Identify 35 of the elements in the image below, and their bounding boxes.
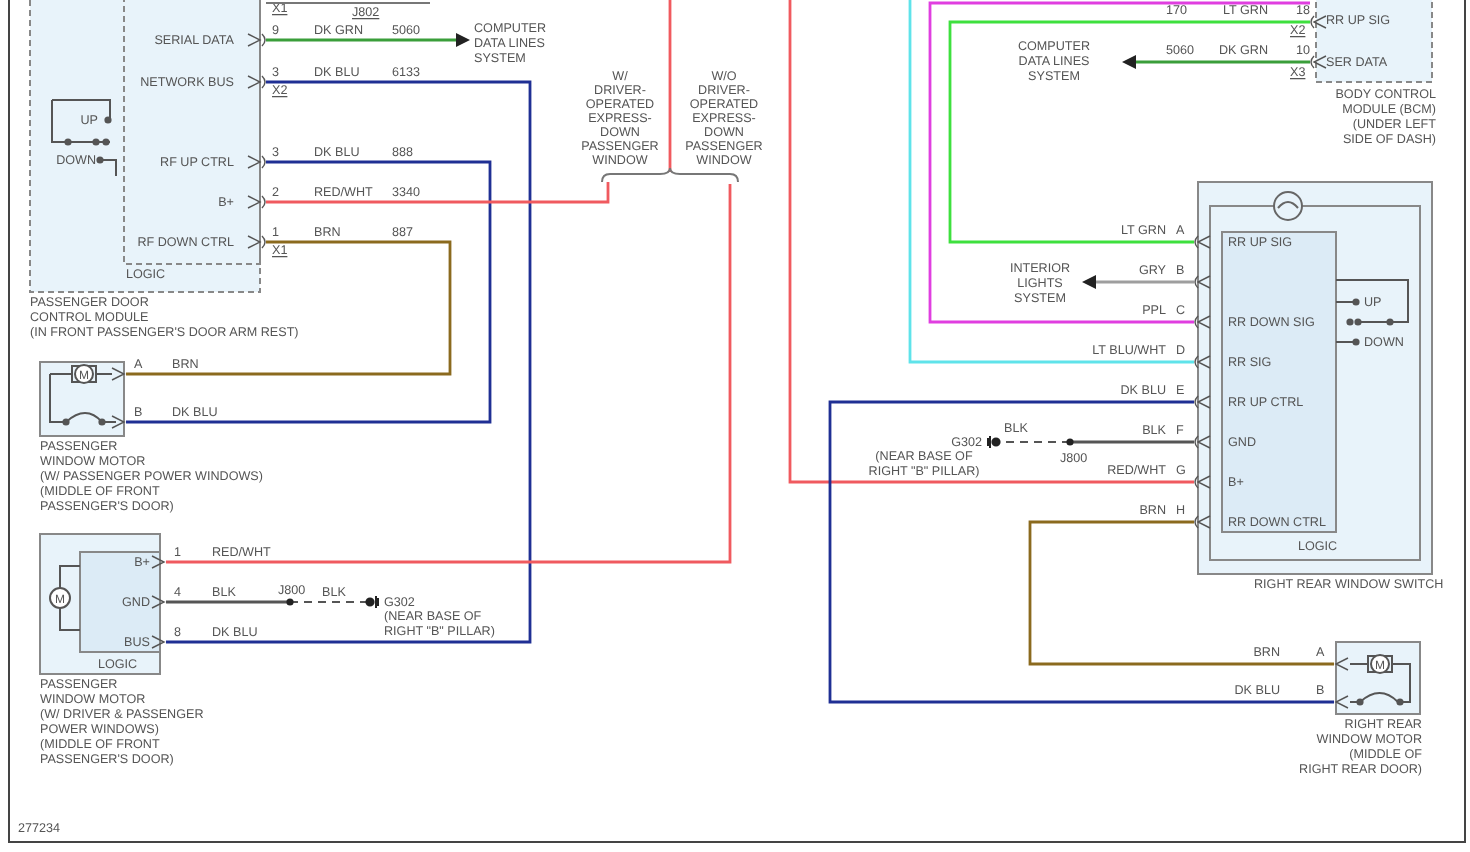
connector-icon	[1194, 475, 1211, 489]
connector-icon	[1194, 355, 1211, 369]
connector-icon	[247, 155, 266, 169]
connector-icon	[1194, 315, 1211, 329]
connector-icon	[1310, 15, 1327, 29]
connector-icon	[151, 595, 166, 609]
connector-icon	[1194, 435, 1211, 449]
connector-icon	[1194, 235, 1211, 249]
control-module-box	[1315, 0, 1433, 83]
motor-drawing	[49, 565, 81, 631]
splice-dot	[1066, 438, 1074, 446]
connector-icon	[247, 75, 266, 89]
connector-icon	[247, 33, 266, 47]
window-motor-drawing	[1334, 641, 1421, 715]
connector-icon	[151, 635, 166, 649]
ground-icon	[987, 435, 1001, 449]
splice-dot	[286, 598, 294, 606]
arrow-icon	[1122, 55, 1136, 69]
arrow-icon	[1082, 275, 1096, 289]
connector-icon	[1310, 55, 1327, 69]
switch-drawing	[51, 99, 117, 177]
connector-icon	[247, 235, 266, 249]
connector-icon	[1194, 515, 1211, 529]
ground-icon	[365, 595, 379, 609]
ground-wire-dashed	[289, 601, 369, 603]
arrow-icon	[456, 33, 470, 47]
connector-icon	[247, 195, 266, 209]
connector-icon	[1194, 275, 1211, 289]
window-motor-drawing	[39, 361, 126, 437]
connector-icon	[151, 555, 166, 569]
switch-drawing	[1335, 279, 1409, 346]
lamp-icon	[1273, 191, 1303, 221]
connector-icon	[1194, 395, 1211, 409]
logic-box	[79, 551, 161, 653]
bracket-drawing	[601, 167, 739, 183]
